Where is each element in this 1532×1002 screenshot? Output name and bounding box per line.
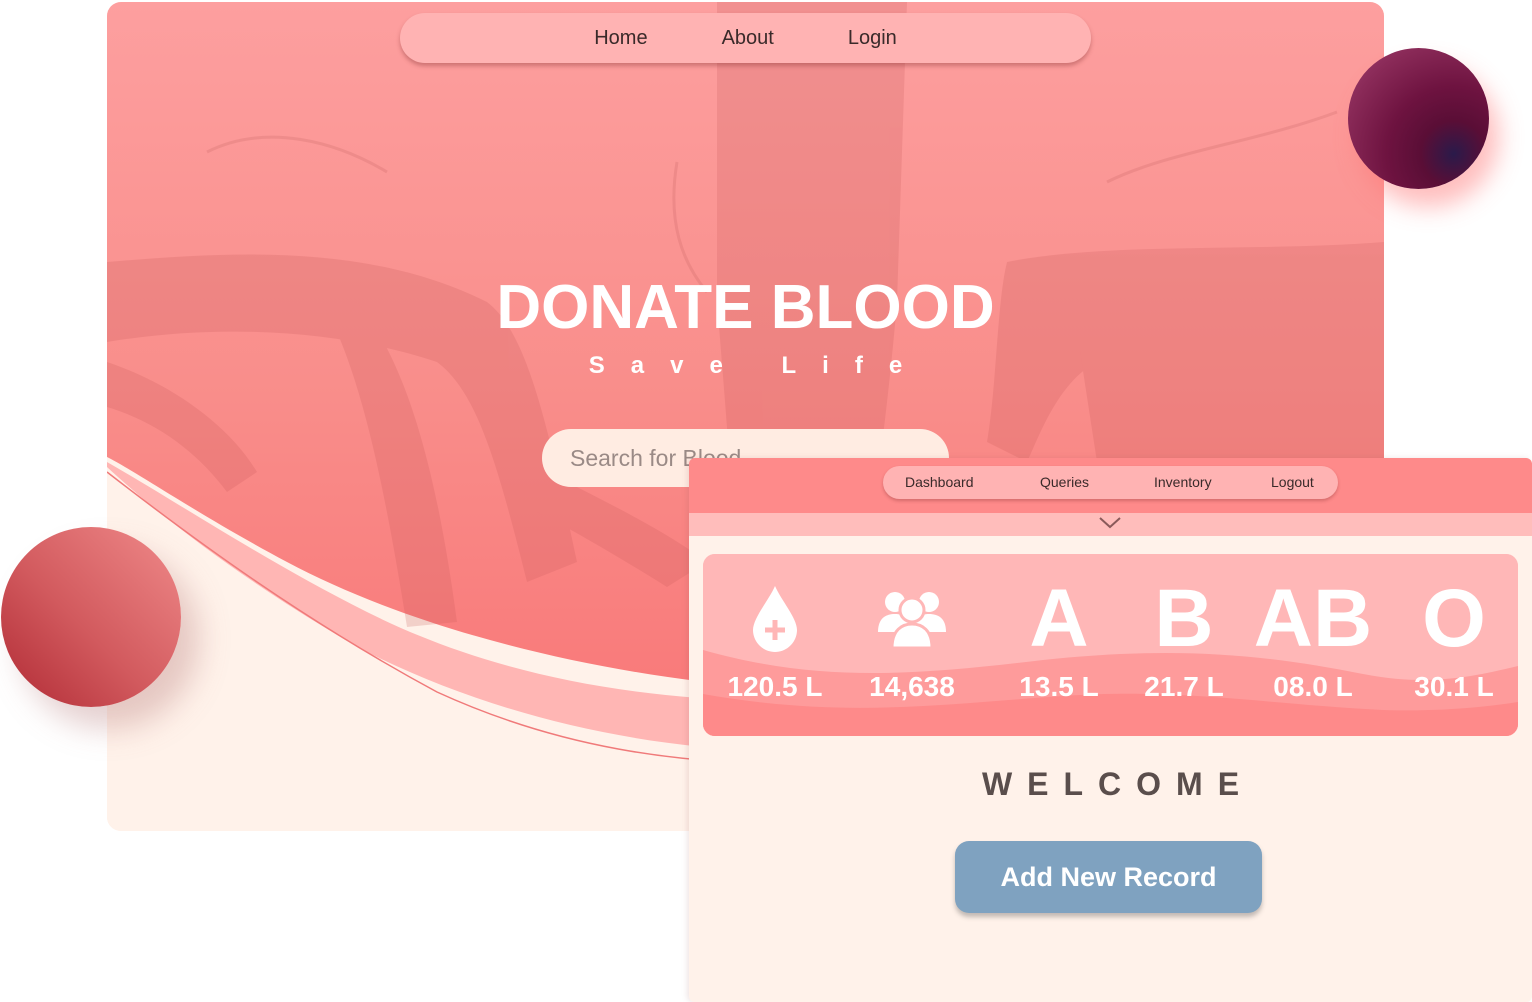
blood-type-b-label: B: [1154, 573, 1214, 664]
nav-home-link[interactable]: Home: [557, 27, 684, 50]
nav-login-link[interactable]: Login: [811, 27, 934, 50]
stat-donor-count: 14,638: [869, 671, 955, 702]
hero-title: DONATE BLOOD: [496, 273, 995, 342]
stats-wave-background: [703, 554, 1518, 736]
dashboard-panel: Dashboard Queries Inventory Logout A B A…: [689, 458, 1532, 1002]
blood-drop-icon: [753, 586, 797, 652]
stats-panel: A B AB O 120.5 L 14,638 13.5 L 21.7 L 08…: [703, 554, 1518, 736]
stat-total-volume: 120.5 L: [727, 671, 823, 702]
add-new-record-button[interactable]: Add New Record: [955, 841, 1262, 913]
stat-type-a-volume: 13.5 L: [1019, 671, 1099, 702]
decorative-sphere-dark: [1348, 48, 1489, 189]
nav-about-link[interactable]: About: [685, 27, 811, 50]
blood-type-a-label: A: [1029, 573, 1089, 664]
main-nav: Home About Login: [400, 13, 1091, 63]
blood-type-o-label: O: [1422, 573, 1486, 664]
welcome-heading: WELCOME: [981, 766, 1255, 802]
donors-icon: [878, 592, 946, 650]
nav-dashboard-link[interactable]: Dashboard: [905, 474, 974, 490]
stat-type-ab-volume: 08.0 L: [1273, 671, 1353, 702]
nav-inventory-link[interactable]: Inventory: [1154, 474, 1212, 490]
dashboard-nav: Dashboard Queries Inventory Logout: [883, 466, 1338, 499]
chevron-down-icon[interactable]: [1098, 516, 1122, 530]
blood-type-ab-label: AB: [1253, 573, 1373, 664]
nav-logout-link[interactable]: Logout: [1271, 474, 1314, 490]
hero-subtitle: Save Life: [588, 352, 929, 379]
decorative-sphere-red: [1, 527, 181, 707]
nav-queries-link[interactable]: Queries: [1040, 474, 1089, 490]
stat-type-o-volume: 30.1 L: [1414, 671, 1494, 702]
stat-type-b-volume: 21.7 L: [1144, 671, 1224, 702]
